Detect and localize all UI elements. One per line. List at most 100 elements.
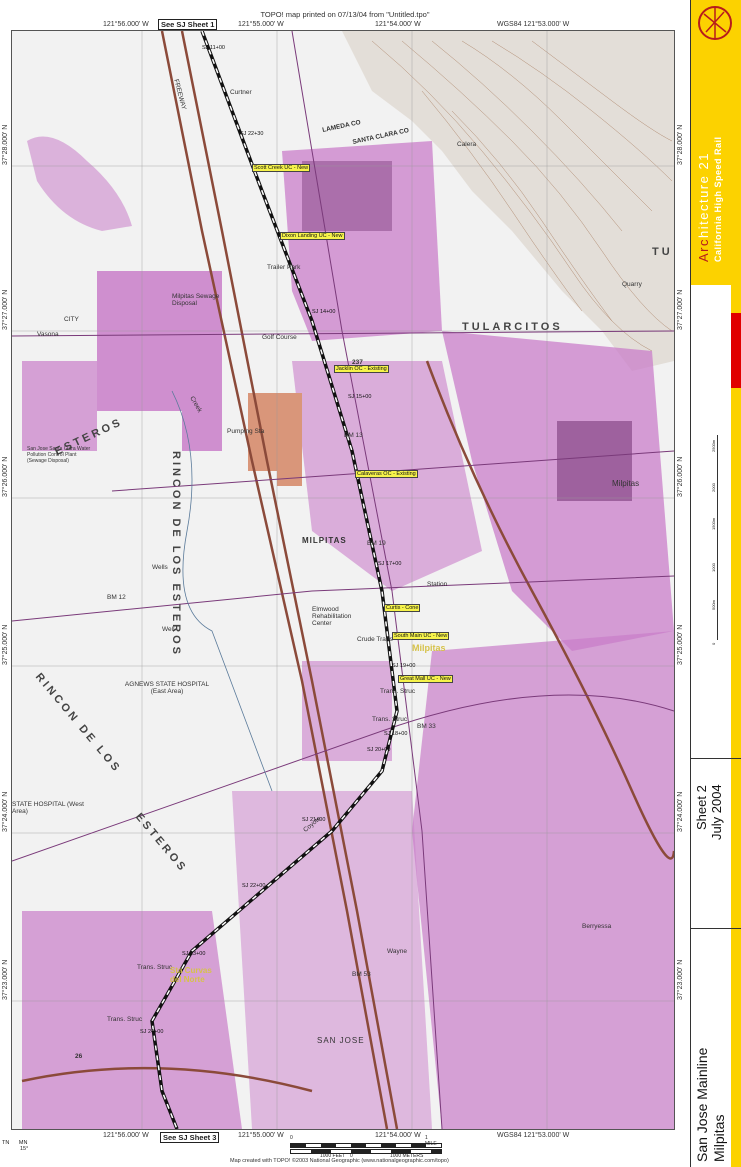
crossing-great-mall[interactable]: Great Mall UC - New bbox=[398, 675, 453, 683]
lat-left-6: 37°23.000' N bbox=[2, 959, 9, 1000]
crossing-calaveras[interactable]: Calaveras OC - Existing bbox=[355, 470, 418, 478]
vertical-scale bbox=[717, 435, 718, 640]
label-sewage: Milpitas Sewage Disposal bbox=[172, 293, 220, 307]
top-coord-4: WGS84 121°53.000' W bbox=[497, 21, 570, 28]
vscale-2000: 2000 bbox=[711, 483, 716, 492]
lat-right-4: 37°25.000' N bbox=[677, 624, 684, 665]
map-credit: Map created with TOPO! ©2003 National Ge… bbox=[230, 1158, 449, 1164]
lagoon bbox=[27, 136, 132, 231]
label-milpitas-town: MILPITAS bbox=[302, 536, 347, 545]
map-header: TOPO! map printed on 07/13/04 from "Unti… bbox=[260, 10, 430, 19]
bottom-coord-4: WGS84 121°53.000' W bbox=[497, 1132, 570, 1139]
label-trans-struc-4: Trans. Struc bbox=[107, 1016, 143, 1023]
station-label: SJ 21+00 bbox=[302, 817, 326, 823]
color-bar-yellow-3 bbox=[731, 758, 741, 1167]
label-pumping: Pumping Sta bbox=[227, 428, 265, 435]
vscale-1500: 1500m bbox=[711, 517, 716, 530]
north-tn: TN bbox=[2, 1140, 10, 1146]
label-bm53: BM 53 bbox=[352, 971, 371, 978]
label-vasona: Vasona bbox=[37, 331, 59, 338]
scale-mile: 1 MILE bbox=[425, 1135, 437, 1147]
label-r26: 26 bbox=[75, 1053, 83, 1060]
label-trans-struc-1: Trans. Struc bbox=[380, 688, 416, 695]
label-tu: TU bbox=[652, 246, 673, 258]
lat-right-1: 37°28.000' N bbox=[677, 124, 684, 165]
crossing-jacklin[interactable]: Jacklin OC - Existing bbox=[334, 365, 389, 373]
label-crude: Crude Trans bbox=[357, 636, 393, 643]
label-curtner: Curtner bbox=[230, 89, 252, 96]
vscale-500: 500m bbox=[711, 599, 716, 610]
label-tularcitos: TULARCITOS bbox=[462, 321, 563, 333]
label-berryessa: Berryessa bbox=[582, 923, 612, 930]
bottom-coord-2: 121°55.000' W bbox=[238, 1132, 284, 1139]
label-trans-struc-3: Trans. Struc bbox=[137, 964, 173, 971]
lat-right-2: 37°27.000' N bbox=[677, 289, 684, 330]
crossing-south-main[interactable]: South Main UC - New bbox=[392, 632, 450, 640]
firm-name: Architecture 21 bbox=[696, 152, 711, 262]
station-label: SJ 15+00 bbox=[348, 394, 372, 400]
station-label: SJ 20+00 bbox=[367, 747, 391, 753]
crossing-curtis[interactable]: Curtis - Cone bbox=[384, 604, 421, 612]
label-station: Station bbox=[427, 581, 448, 588]
subtitle-milpitas: Milpitas bbox=[711, 1114, 727, 1162]
title-block: Architecture 21 California High Speed Ra… bbox=[690, 0, 741, 1167]
station-label: SJ 17+00 bbox=[378, 561, 402, 567]
label-golf: Golf Course bbox=[262, 334, 297, 341]
color-bar-red bbox=[731, 313, 741, 388]
label-city: CITY bbox=[64, 316, 79, 323]
label-bm13: BM 13 bbox=[344, 432, 363, 439]
north-decl: 15° bbox=[20, 1146, 29, 1152]
sheet-ref-top[interactable]: See SJ Sheet 1 bbox=[158, 19, 218, 30]
label-agnews: AGNEWS STATE HOSPITAL (East Area) bbox=[124, 681, 210, 695]
bottom-coord-3: 121°54.000' W bbox=[375, 1132, 421, 1139]
label-elmwood: Elmwood Rehabilitation Center bbox=[312, 606, 352, 627]
sheet-number: Sheet 2 bbox=[694, 785, 709, 830]
lat-left-1: 37°28.000' N bbox=[2, 124, 9, 165]
lat-right-5: 37°24.000' N bbox=[677, 791, 684, 832]
label-sta-curvas: Sta Curvas del Norte bbox=[170, 966, 212, 984]
dark-residential-1 bbox=[557, 421, 632, 501]
station-label: SJ 19+00 bbox=[392, 663, 416, 669]
station-label: SJ 11+00 bbox=[202, 45, 225, 51]
label-wayne: Wayne bbox=[387, 948, 407, 955]
scale-bar: 0 1000 FEET 0 1 MILE 1000 METERS bbox=[290, 1135, 442, 1160]
lat-left-4: 37°25.000' N bbox=[2, 624, 9, 665]
crossing-dixon-landing[interactable]: Dixon Landing UC - New bbox=[280, 232, 345, 240]
top-coord-3: 121°54.000' W bbox=[375, 21, 421, 28]
vscale-1000: 1000 bbox=[711, 563, 716, 572]
color-bar-yellow-2 bbox=[731, 388, 741, 758]
vscale-0: 0 bbox=[711, 642, 716, 645]
label-well: Well bbox=[162, 626, 175, 633]
urban-south-east bbox=[412, 631, 674, 1129]
lat-left-2: 37°27.000' N bbox=[2, 289, 9, 330]
label-san-jose: SAN JOSE bbox=[317, 1036, 365, 1045]
station-label: SJ 23+00 bbox=[182, 951, 206, 957]
subtitle-mainline: San Jose Mainline bbox=[694, 1047, 710, 1162]
topo-map[interactable]: Curtner MILPITAS Milpitas Milpitas TULAR… bbox=[11, 30, 675, 1130]
crossing-scott-creek[interactable]: Scott Creek UC - New bbox=[252, 164, 311, 172]
label-bm33: BM 33 bbox=[417, 723, 436, 730]
title-separator-2 bbox=[691, 928, 741, 929]
north-arrow: TN MN 15° bbox=[2, 1140, 28, 1152]
color-bar-yellow bbox=[731, 285, 741, 313]
label-bm19: BM 19 bbox=[367, 540, 386, 547]
title-separator-1 bbox=[691, 758, 741, 759]
station-label: SJ 22+30 bbox=[240, 131, 264, 137]
lat-left-3: 37°26.000' N bbox=[2, 456, 9, 497]
label-agnews-west: STATE HOSPITAL (West Area) bbox=[12, 801, 84, 815]
project-name: California High Speed Rail bbox=[713, 136, 723, 262]
lat-right-6: 37°23.000' N bbox=[677, 959, 684, 1000]
bottom-coord-1: 121°56.000' W bbox=[103, 1132, 149, 1139]
lat-right-3: 37°26.000' N bbox=[677, 456, 684, 497]
label-milpitas-east: Milpitas bbox=[612, 479, 640, 488]
label-trailer: Trailer Park bbox=[267, 264, 301, 271]
scale-0a: 0 bbox=[290, 1135, 293, 1141]
firm-name-rest: hitecture 21 bbox=[696, 152, 711, 238]
sheet-ref-bottom[interactable]: See SJ Sheet 3 bbox=[160, 1132, 220, 1143]
label-calera: Calera bbox=[457, 141, 477, 148]
sheet-date: July 2004 bbox=[709, 784, 724, 840]
label-trans-struc-2: Trans. Struc bbox=[372, 716, 408, 723]
top-coord-2: 121°55.000' W bbox=[238, 21, 284, 28]
map-graphics bbox=[12, 31, 674, 1129]
lat-left-5: 37°24.000' N bbox=[2, 791, 9, 832]
